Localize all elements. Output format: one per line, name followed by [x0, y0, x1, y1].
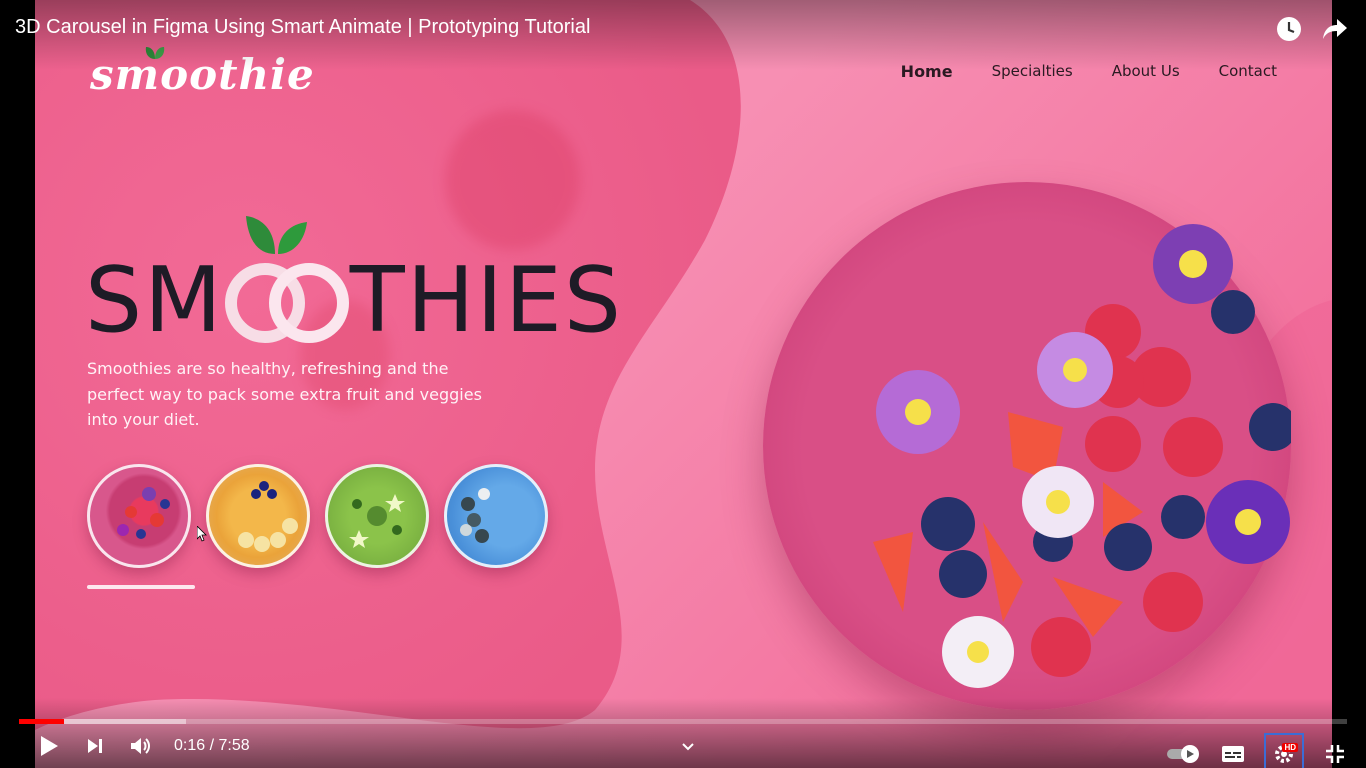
current-time: 0:16: [174, 737, 206, 754]
thumbnail-green-bowl[interactable]: [325, 464, 429, 568]
green-toppings-image: [349, 494, 405, 548]
blue-toppings-image: [460, 488, 490, 543]
share-arrow-icon[interactable]: [1322, 16, 1348, 42]
controls-right: HD: [1166, 733, 1348, 768]
hero-title-rings-icon: [220, 256, 354, 346]
berry-toppings-image: [117, 487, 170, 539]
exit-fullscreen-icon[interactable]: [1322, 741, 1348, 767]
smoothie-bowl-image: [763, 182, 1297, 710]
video-player[interactable]: smoothie Home Specialties About Us Conta…: [0, 0, 1366, 768]
thumbnail-berry-bowl[interactable]: [87, 464, 191, 568]
clock-icon[interactable]: [1276, 16, 1302, 42]
volume-icon[interactable]: [128, 733, 154, 759]
blurred-strawberry-image: [445, 110, 580, 250]
settings-button[interactable]: HD: [1264, 733, 1304, 768]
progress-bar[interactable]: [19, 719, 1347, 724]
bowl-toppings-image: [873, 224, 1297, 688]
controls-left: 0:16 / 7:58: [36, 733, 250, 759]
thumbnail-blue-bowl[interactable]: [444, 464, 548, 568]
thumbnail-banana-bowl[interactable]: [206, 464, 310, 568]
hero-title-right: THIES: [349, 248, 623, 353]
video-frame[interactable]: smoothie Home Specialties About Us Conta…: [35, 0, 1332, 768]
time-separator: /: [205, 737, 219, 754]
mouse-cursor-icon: [197, 526, 207, 542]
banana-toppings-image: [238, 481, 298, 552]
progress-played: [19, 719, 65, 724]
video-title[interactable]: 3D Carousel in Figma Using Smart Animate…: [15, 16, 590, 39]
hero-title-left: SM: [85, 248, 224, 353]
thumbnail-carousel: [87, 464, 548, 568]
autoplay-toggle-icon[interactable]: [1166, 741, 1202, 767]
hero-title: SM THIES: [85, 248, 623, 353]
play-icon[interactable]: [36, 733, 62, 759]
chevron-down-icon[interactable]: [675, 734, 701, 760]
next-icon[interactable]: [82, 733, 108, 759]
duration: 7:58: [218, 737, 250, 754]
subtitles-icon[interactable]: [1220, 741, 1246, 767]
time-display: 0:16 / 7:58: [174, 737, 250, 755]
carousel-active-indicator: [87, 585, 195, 589]
hd-badge: HD: [1282, 743, 1298, 752]
hero-description: Smoothies are so healthy, refreshing and…: [87, 359, 482, 429]
top-actions: [1276, 16, 1348, 42]
